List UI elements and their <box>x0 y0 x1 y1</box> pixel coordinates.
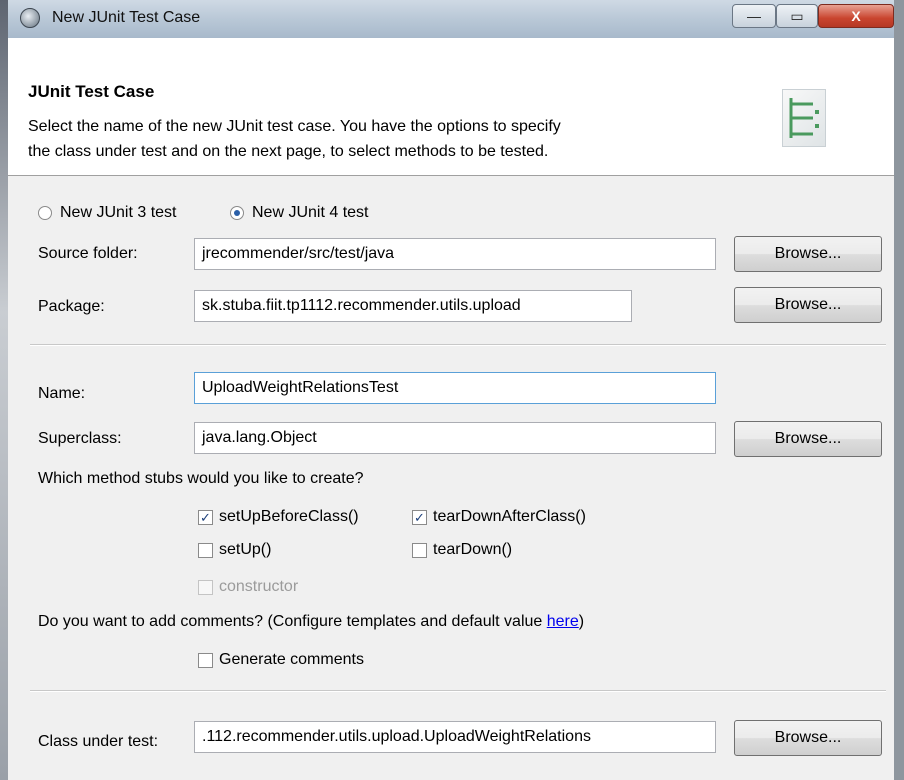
checkbox-icon <box>198 542 213 558</box>
checkbox-icon <box>412 542 427 558</box>
teardownafterclass-label: tearDownAfterClass() <box>433 508 586 525</box>
package-label: Package: <box>38 298 105 315</box>
setupbeforeclass-label: setUpBeforeClass() <box>219 508 359 525</box>
wizard-description-line1: Select the name of the new JUnit test ca… <box>28 118 561 135</box>
superclass-input[interactable]: java.lang.Object <box>194 422 716 454</box>
superclass-browse-button[interactable]: Browse... <box>734 421 882 457</box>
radio-selected-icon <box>230 206 244 220</box>
checkbox-disabled-icon <box>198 579 213 595</box>
separator <box>30 690 886 692</box>
junit3-radio[interactable]: New JUnit 3 test <box>38 204 176 222</box>
close-button[interactable]: X <box>818 4 894 28</box>
separator <box>30 344 886 346</box>
comments-question-suffix: ) <box>578 613 585 630</box>
class-under-test-label: Class under test: <box>38 733 159 750</box>
setup-label: setUp() <box>219 541 272 558</box>
name-label: Name: <box>38 385 86 402</box>
junit3-label: New JUnit 3 test <box>60 204 177 221</box>
radio-icon <box>38 206 52 220</box>
constructor-checkbox: constructor <box>198 578 298 596</box>
source-folder-input[interactable]: jrecommender/src/test/java <box>194 238 716 270</box>
class-under-test-browse-button[interactable]: Browse... <box>734 720 882 756</box>
title-bar[interactable]: New JUnit Test Case — ▭ X <box>8 0 894 39</box>
configure-templates-link[interactable]: here <box>547 613 579 630</box>
constructor-label: constructor <box>219 578 299 595</box>
checkbox-checked-icon: ✓ <box>412 509 427 525</box>
setup-checkbox[interactable]: setUp() <box>198 541 271 559</box>
setupbeforeclass-checkbox[interactable]: ✓ setUpBeforeClass() <box>198 508 359 526</box>
eclipse-gear-icon <box>20 8 40 28</box>
generate-comments-label: Generate comments <box>219 651 364 668</box>
window-title: New JUnit Test Case <box>52 9 201 26</box>
background-edge <box>0 0 8 780</box>
teardown-label: tearDown() <box>433 541 513 558</box>
minimize-button[interactable]: — <box>732 4 776 28</box>
superclass-label: Superclass: <box>38 430 122 447</box>
teardown-checkbox[interactable]: tearDown() <box>412 541 512 559</box>
teardownafterclass-checkbox[interactable]: ✓ tearDownAfterClass() <box>412 508 586 526</box>
source-folder-label: Source folder: <box>38 245 138 262</box>
checkbox-checked-icon: ✓ <box>198 509 213 525</box>
class-under-test-input[interactable]: .112.recommender.utils.upload.UploadWeig… <box>194 721 716 753</box>
wizard-title: JUnit Test Case <box>28 82 155 101</box>
comments-question: Do you want to add comments? (Configure … <box>38 613 584 631</box>
checkbox-icon <box>198 652 213 668</box>
wizard-description-line2: the class under test and on the next pag… <box>28 143 549 160</box>
maximize-button[interactable]: ▭ <box>776 4 818 28</box>
junit-wizard-icon <box>782 89 826 147</box>
source-folder-browse-button[interactable]: Browse... <box>734 236 882 272</box>
name-input[interactable]: UploadWeightRelationsTest <box>194 372 716 404</box>
stubs-question: Which method stubs would you like to cre… <box>38 470 364 487</box>
package-browse-button[interactable]: Browse... <box>734 287 882 323</box>
generate-comments-checkbox[interactable]: Generate comments <box>198 651 364 669</box>
background-edge-right <box>894 0 904 780</box>
comments-question-text: Do you want to add comments? (Configure … <box>38 613 547 630</box>
package-input[interactable]: sk.stuba.fiit.tp1112.recommender.utils.u… <box>194 290 632 322</box>
junit4-label: New JUnit 4 test <box>252 204 369 221</box>
junit4-radio[interactable]: New JUnit 4 test <box>230 204 368 222</box>
